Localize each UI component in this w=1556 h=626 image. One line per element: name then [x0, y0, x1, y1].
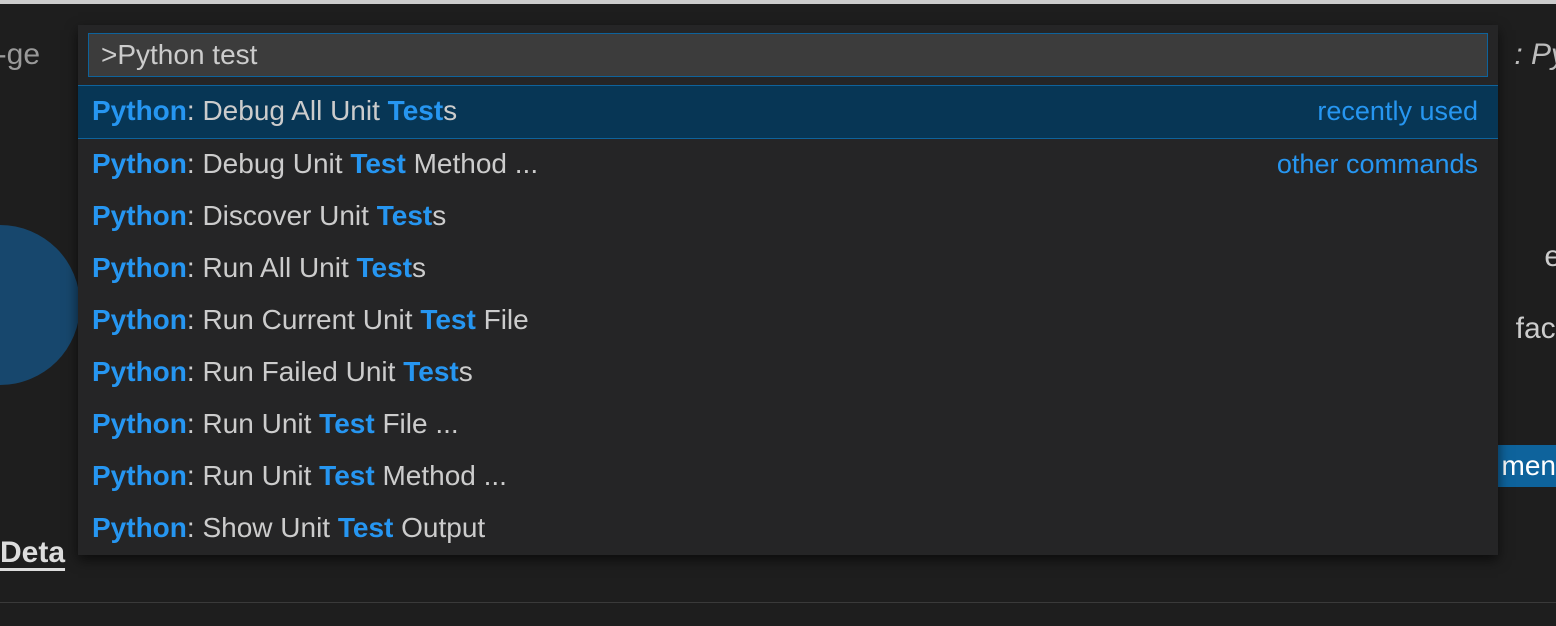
command-label: Python: Run Unit Test Method ...	[92, 457, 507, 495]
command-label: Python: Run All Unit Tests	[92, 249, 426, 287]
command-palette: Python: Debug All Unit Tests recently use…	[78, 25, 1498, 555]
command-meta-label: other commands	[1277, 145, 1478, 183]
command-palette-item[interactable]: Python: Debug All Unit Tests recently use…	[78, 85, 1498, 139]
command-palette-item[interactable]: Python: Show Unit Test Output	[78, 503, 1498, 555]
command-label: Python: Run Current Unit Test File	[92, 301, 529, 339]
command-label: Python: Discover Unit Tests	[92, 197, 446, 235]
command-label: Python: Run Failed Unit Tests	[92, 353, 473, 391]
details-tab[interactable]: Deta	[0, 536, 65, 570]
divider	[0, 602, 1556, 603]
background-text-fragment-right: : Py	[1514, 38, 1556, 72]
extension-icon	[0, 225, 80, 385]
command-label: Python: Debug Unit Test Method ...	[92, 145, 538, 183]
command-label: Python: Debug All Unit Tests	[92, 92, 457, 130]
command-palette-item[interactable]: Python: Discover Unit Tests	[78, 191, 1498, 243]
command-palette-item[interactable]: Python: Debug Unit Test Method ... other …	[78, 139, 1498, 191]
command-palette-list: Python: Debug All Unit Tests recently use…	[78, 85, 1498, 555]
background-text-fragment: e	[1544, 240, 1556, 274]
command-label: Python: Show Unit Test Output	[92, 509, 485, 547]
command-meta-label: recently used	[1317, 92, 1478, 130]
background-text-fragment: fact	[1516, 312, 1556, 346]
command-palette-item[interactable]: Python: Run Unit Test File ...	[78, 399, 1498, 451]
command-palette-item[interactable]: Python: Run Unit Test Method ...	[78, 451, 1498, 503]
command-palette-item[interactable]: Python: Run Current Unit Test File	[78, 295, 1498, 347]
command-palette-item[interactable]: Python: Run Failed Unit Tests	[78, 347, 1498, 399]
background-text-fragment-left: g-ge	[0, 38, 40, 72]
command-label: Python: Run Unit Test File ...	[92, 405, 459, 443]
command-palette-input[interactable]	[88, 33, 1488, 77]
background-button-fragment[interactable]: men	[1492, 445, 1556, 487]
command-palette-input-container	[78, 25, 1498, 85]
command-palette-item[interactable]: Python: Run All Unit Tests	[78, 243, 1498, 295]
window-top-border	[0, 0, 1556, 4]
